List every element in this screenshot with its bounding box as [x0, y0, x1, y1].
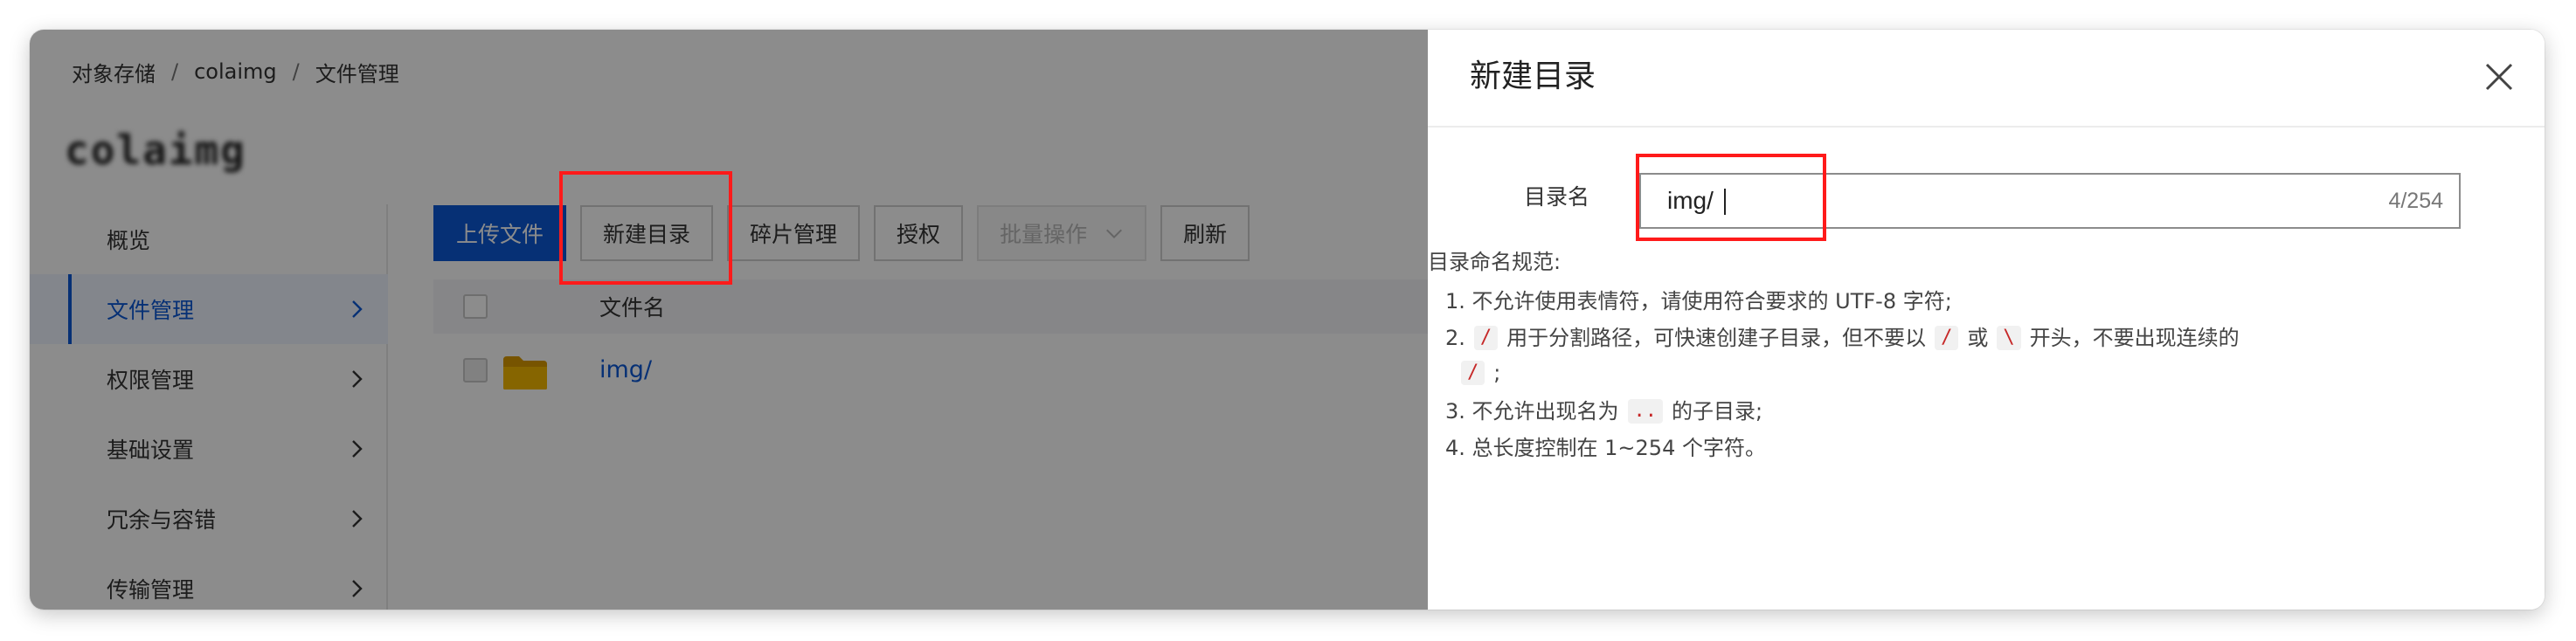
console-window: 对象存储 / colaimg / 文件管理 colaimg 概览 文件管理 权限… — [30, 30, 2545, 610]
naming-rule-4: 4. 总长度控制在 1~254 个字符。 — [1445, 435, 1766, 461]
code-dotdot: .. — [1627, 399, 1664, 424]
naming-rule-1: 1. 不允许使用表情符，请使用符合要求的 UTF-8 字符; — [1445, 288, 1952, 314]
folder-name-label: 目录名 — [1524, 184, 1590, 210]
naming-rule-2-cont: / ; — [1461, 360, 1500, 386]
rule-text: 的子目录; — [1672, 399, 1763, 424]
folder-name-field[interactable]: 4/254 — [1639, 173, 2461, 229]
naming-rules-title: 目录命名规范: — [1428, 250, 1562, 274]
rule-text: 3. 不允许出现名为 — [1445, 399, 1619, 424]
naming-rule-2: 2. / 用于分割路径，可快速创建子目录，但不要以 / 或 \ 开头，不要出现连… — [1445, 325, 2240, 351]
rule-text: 或 — [1967, 326, 1989, 350]
close-icon[interactable] — [2482, 59, 2517, 94]
code-slash: / — [1461, 361, 1485, 385]
console-main: 对象存储 / colaimg / 文件管理 colaimg 概览 文件管理 权限… — [30, 30, 1428, 610]
text-caret — [1724, 189, 1726, 215]
drawer-header: 新建目录 — [1428, 30, 2545, 128]
drawer-title: 新建目录 — [1470, 59, 1596, 94]
rule-text: 4. 总长度控制在 1~254 个字符。 — [1445, 436, 1766, 460]
rule-text: ; — [1493, 361, 1501, 385]
modal-overlay[interactable] — [30, 30, 1428, 610]
rule-text: 用于分割路径，可快速创建子目录，但不要以 — [1506, 326, 1927, 350]
rule-text: 开头，不要出现连续的 — [2029, 326, 2240, 350]
code-slash: / — [1473, 326, 1499, 350]
code-backslash: \ — [1997, 326, 2021, 350]
rule-text: 1. 不允许使用表情符，请使用符合要求的 UTF-8 字符; — [1445, 289, 1952, 314]
char-counter: 4/254 — [2388, 189, 2443, 213]
naming-rule-3: 3. 不允许出现名为 .. 的子目录; — [1445, 398, 1762, 424]
rule-number: 2. — [1445, 326, 1465, 350]
folder-name-input[interactable] — [1667, 175, 2331, 227]
new-folder-drawer: 新建目录 目录名 4/254 — [1428, 30, 2545, 610]
code-slash: / — [1935, 326, 1959, 350]
